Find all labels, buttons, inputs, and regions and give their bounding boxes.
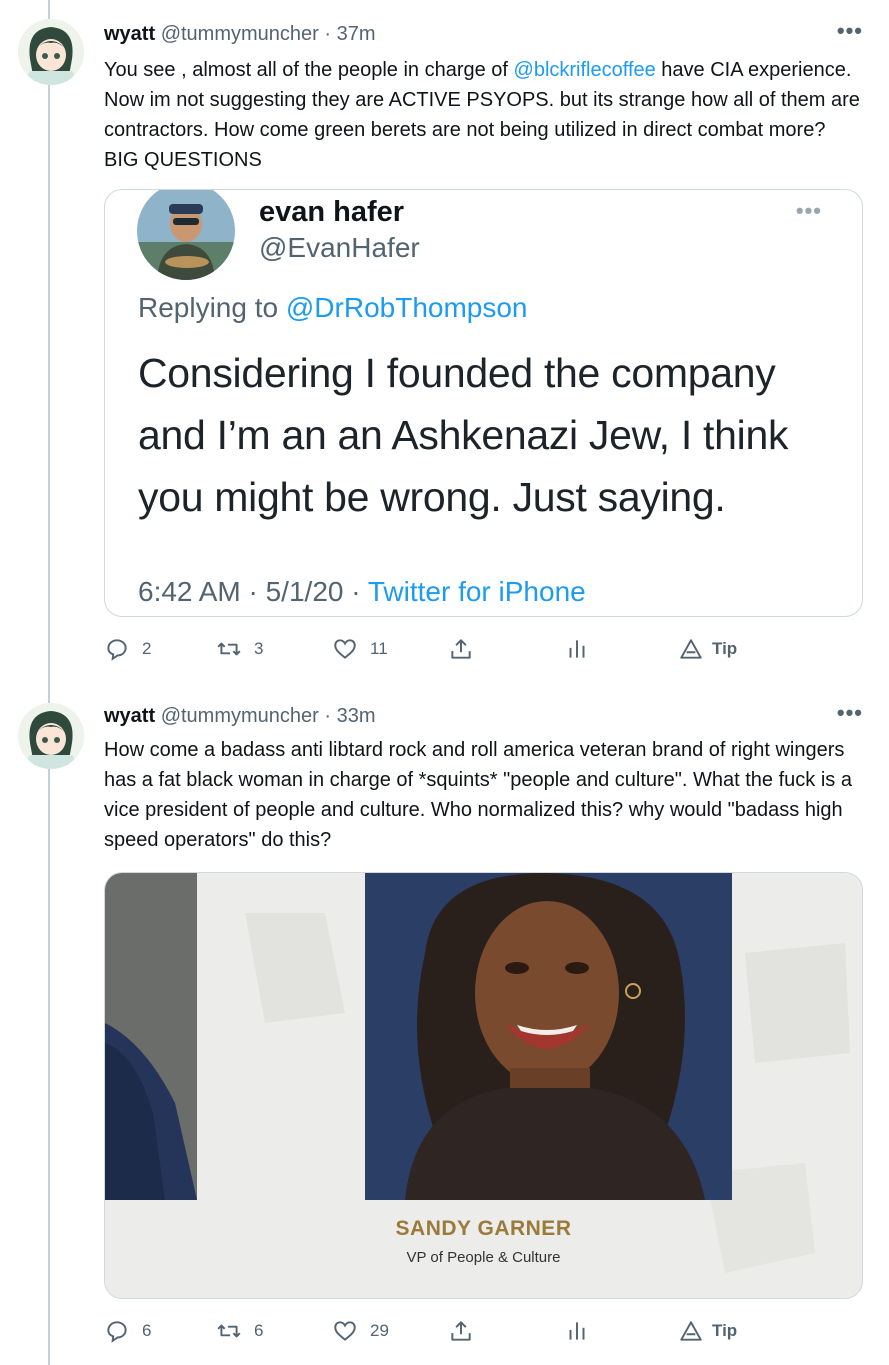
tip-icon xyxy=(680,1321,702,1341)
author-name[interactable]: wyatt xyxy=(104,23,155,45)
retweet-count: 3 xyxy=(254,639,264,658)
quoted-avatar[interactable] xyxy=(137,190,235,280)
share-button[interactable] xyxy=(448,636,474,662)
avatar[interactable] xyxy=(18,19,84,85)
reply-icon xyxy=(107,639,127,661)
tweet[interactable]: wyatt @tummymuncher · 37m ••• You see , … xyxy=(0,0,889,685)
like-count: 11 xyxy=(370,639,388,658)
avatar[interactable] xyxy=(18,703,84,769)
author-handle[interactable]: @tummymuncher xyxy=(161,705,319,727)
quoted-author-name[interactable]: evan hafer xyxy=(259,196,404,229)
tweet-text-part: You see , almost all of the people in ch… xyxy=(104,59,514,81)
tip-label: Tip xyxy=(712,1321,738,1340)
retweet-icon xyxy=(217,642,241,656)
replying-to: Replying to @DrRobThompson xyxy=(138,292,528,324)
like-count: 29 xyxy=(370,1321,389,1340)
more-options-icon: ••• xyxy=(795,198,822,223)
share-icon xyxy=(451,639,471,659)
tip-icon xyxy=(680,639,702,659)
author-handle[interactable]: @tummymuncher xyxy=(161,23,319,45)
quoted-timestamp: 6:42 AM · 5/1/20 · Twitter for iPhone xyxy=(138,576,586,608)
more-options-icon[interactable]: ••• xyxy=(837,18,863,44)
retweet-button[interactable]: 6 xyxy=(216,1318,263,1344)
image-caption-title: VP of People & Culture xyxy=(406,1249,561,1266)
reply-count: 2 xyxy=(142,639,152,658)
tweet-actions: 6 6 29 Tip xyxy=(104,1318,764,1348)
share-button[interactable] xyxy=(448,1318,474,1344)
tweet[interactable]: wyatt @tummymuncher · 33m ••• How come a… xyxy=(0,686,889,1365)
mention-link[interactable]: @blckriflecoffee xyxy=(514,59,656,81)
analytics-button[interactable] xyxy=(564,1318,590,1344)
analytics-icon xyxy=(569,1322,585,1340)
retweet-count: 6 xyxy=(254,1321,264,1340)
like-icon xyxy=(334,1321,356,1341)
reply-icon xyxy=(107,1321,127,1343)
tweet-image[interactable]: SANDY GARNER VP of People & Culture xyxy=(104,872,863,1299)
reply-button[interactable]: 2 xyxy=(104,636,151,662)
analytics-button[interactable] xyxy=(564,636,590,662)
quoted-time: 6:42 AM · 5/1/20 · xyxy=(138,576,368,607)
retweet-button[interactable]: 3 xyxy=(216,636,263,662)
tweet-text: You see , almost all of the people in ch… xyxy=(104,55,864,175)
tweet-header: wyatt @tummymuncher · 37m xyxy=(104,22,376,46)
source-link[interactable]: Twitter for iPhone xyxy=(368,576,586,607)
author-name[interactable]: wyatt xyxy=(104,705,155,727)
tip-label: Tip xyxy=(712,639,738,658)
retweet-icon xyxy=(217,1324,241,1338)
replying-mention-link[interactable]: @DrRobThompson xyxy=(286,292,528,323)
like-icon xyxy=(334,639,356,659)
reply-count: 6 xyxy=(142,1321,152,1340)
quoted-tweet-text: Considering I founded the company and I’… xyxy=(138,350,789,520)
share-icon xyxy=(451,1321,471,1341)
tweet-time[interactable]: · 33m xyxy=(324,705,375,727)
tip-button[interactable]: Tip xyxy=(678,636,737,662)
tweet-header: wyatt @tummymuncher · 33m xyxy=(104,704,376,728)
replying-label: Replying to xyxy=(138,292,286,323)
more-options-icon[interactable]: ••• xyxy=(837,700,863,726)
tip-button[interactable]: Tip xyxy=(678,1318,737,1344)
tweet-actions: 2 3 11 Tip xyxy=(104,636,764,666)
like-button[interactable]: 11 xyxy=(332,636,388,662)
reply-button[interactable]: 6 xyxy=(104,1318,151,1344)
tweet-text: How come a badass anti libtard rock and … xyxy=(104,739,852,851)
tweet-time[interactable]: · 37m xyxy=(324,23,375,45)
like-button[interactable]: 29 xyxy=(332,1318,389,1344)
image-caption-name: SANDY GARNER xyxy=(395,1217,572,1240)
quoted-tweet[interactable]: evan hafer @EvanHafer ••• Replying to @D… xyxy=(104,189,863,617)
analytics-icon xyxy=(569,640,585,658)
quoted-author-handle[interactable]: @EvanHafer xyxy=(259,232,420,264)
